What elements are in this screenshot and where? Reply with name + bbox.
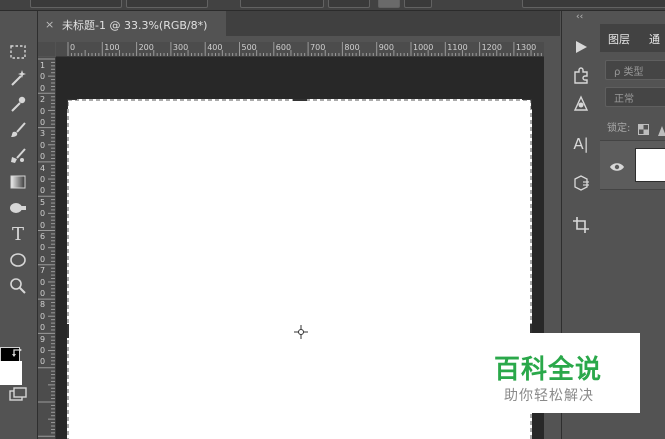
- tools-panel: T: [0, 11, 38, 439]
- document-tab[interactable]: × 未标题-1 @ 33.3%(RGB/8*): [38, 11, 226, 38]
- burn-icon[interactable]: [6, 197, 30, 219]
- ruler-label: 400: [207, 43, 223, 52]
- eyedropper-icon[interactable]: [6, 93, 30, 115]
- options-button[interactable]: [404, 0, 432, 8]
- watermark-title: 百科全说: [494, 355, 603, 385]
- 3d-icon[interactable]: [569, 171, 593, 195]
- ruler-label: 100: [104, 43, 120, 52]
- ruler-label: 0: [40, 209, 46, 219]
- ruler-label: 0: [40, 243, 46, 253]
- type-icon[interactable]: T: [6, 223, 30, 245]
- horizontal-ruler: 0 100 200 300 400 500 600 700 800 900 1000 1100 1200…: [56, 42, 544, 57]
- layer-kind-filter[interactable]: ρ 类型: [605, 60, 665, 80]
- settings-icon[interactable]: [488, 0, 510, 6]
- ruler-label: 0: [40, 118, 46, 127]
- layer-row[interactable]: [600, 140, 665, 190]
- options-bar: [0, 0, 665, 11]
- ruler-label: 0: [70, 43, 76, 52]
- close-tab-icon[interactable]: ×: [45, 18, 54, 31]
- document-canvas[interactable]: [67, 99, 532, 439]
- ruler-label: 0: [40, 357, 46, 367]
- ruler-label: 200: [138, 43, 154, 52]
- ruler-label: 0: [40, 186, 46, 196]
- layer-thumbnail: [635, 148, 665, 182]
- ruler-label: 4: [40, 163, 46, 173]
- ruler-label: 7: [40, 266, 46, 276]
- magic-wand-icon[interactable]: [6, 67, 30, 89]
- ruler-label: 0: [40, 346, 46, 355]
- vertical-ruler: 100200300400500600700800900: [38, 57, 56, 439]
- screen-mode-icon[interactable]: [6, 383, 30, 405]
- transform-icon[interactable]: [450, 0, 472, 6]
- lock-transparent-icon[interactable]: [638, 120, 649, 139]
- ruler-label: 0: [40, 175, 46, 184]
- ruler-label: 0: [40, 254, 46, 264]
- ruler-label: 8: [40, 300, 46, 310]
- swap-colors-icon[interactable]: [11, 344, 25, 363]
- ruler-label: 0: [40, 83, 46, 93]
- ruler-label: 0: [40, 311, 46, 321]
- crop-icon[interactable]: [569, 213, 593, 237]
- eye-icon[interactable]: [609, 158, 625, 177]
- ruler-label: 1100: [447, 43, 468, 52]
- ruler-label: 1200: [481, 43, 502, 52]
- ruler-label: 0: [40, 152, 46, 162]
- lock-label: 锁定:: [607, 123, 631, 134]
- options-field[interactable]: [126, 0, 208, 8]
- background-color-swatch[interactable]: [0, 361, 22, 385]
- adjust-icon[interactable]: [569, 91, 593, 115]
- ruler-label: 3: [40, 129, 46, 139]
- blend-mode-select[interactable]: 正常: [605, 87, 665, 107]
- ruler-label: 9: [40, 334, 46, 344]
- ellipse-icon[interactable]: [6, 249, 30, 271]
- ruler-label: 600: [275, 43, 292, 52]
- healing-brush-icon[interactable]: [6, 145, 30, 167]
- ruler-label: 900: [378, 43, 394, 52]
- puzzle-icon[interactable]: [569, 63, 593, 87]
- ruler-label: 1300: [515, 43, 537, 52]
- options-field[interactable]: [328, 0, 370, 8]
- ruler-label: 2: [40, 95, 46, 105]
- watermark-subtitle: 助你轻松解决: [504, 388, 594, 404]
- ruler-label: 500: [241, 43, 257, 52]
- document-tab-title: 未标题-1 @ 33.3%(RGB/8*): [62, 19, 208, 32]
- ruler-label: 700: [310, 43, 326, 52]
- options-field[interactable]: [240, 0, 324, 8]
- gradient-icon[interactable]: [6, 171, 30, 193]
- ruler-label: 0: [40, 106, 46, 116]
- options-button[interactable]: [378, 0, 400, 8]
- lock-pixels-icon[interactable]: [658, 121, 665, 140]
- ruler-label: 6: [40, 232, 46, 241]
- ruler-label: 1: [40, 61, 46, 70]
- zoom-icon[interactable]: [6, 275, 30, 297]
- play-icon[interactable]: [569, 35, 593, 59]
- options-field[interactable]: [522, 0, 665, 8]
- ruler-corner: [38, 42, 55, 56]
- ruler-label: 0: [40, 277, 46, 287]
- tab-channels[interactable]: 通: [649, 31, 660, 47]
- collapse-panels-icon[interactable]: ‹‹: [576, 12, 583, 22]
- marquee-icon[interactable]: [6, 41, 30, 63]
- ruler-label: 0: [40, 72, 46, 82]
- ruler-label: 1000: [413, 43, 434, 52]
- tab-layers[interactable]: 图层: [608, 31, 630, 47]
- ruler-label: 0: [40, 323, 46, 333]
- ruler-label: 0: [40, 289, 46, 298]
- character-icon[interactable]: A|: [569, 132, 593, 156]
- ruler-label: 300: [172, 43, 189, 52]
- ruler-label: 5: [40, 197, 46, 207]
- brush-icon[interactable]: [6, 119, 30, 141]
- ruler-label: 0: [40, 140, 46, 150]
- watermark-logo: 百科全说 助你轻松解决: [476, 333, 640, 413]
- options-field[interactable]: [30, 0, 122, 8]
- crosshair-cursor-icon: [293, 324, 309, 344]
- ruler-label: 800: [344, 43, 360, 52]
- ruler-label: 0: [40, 220, 46, 230]
